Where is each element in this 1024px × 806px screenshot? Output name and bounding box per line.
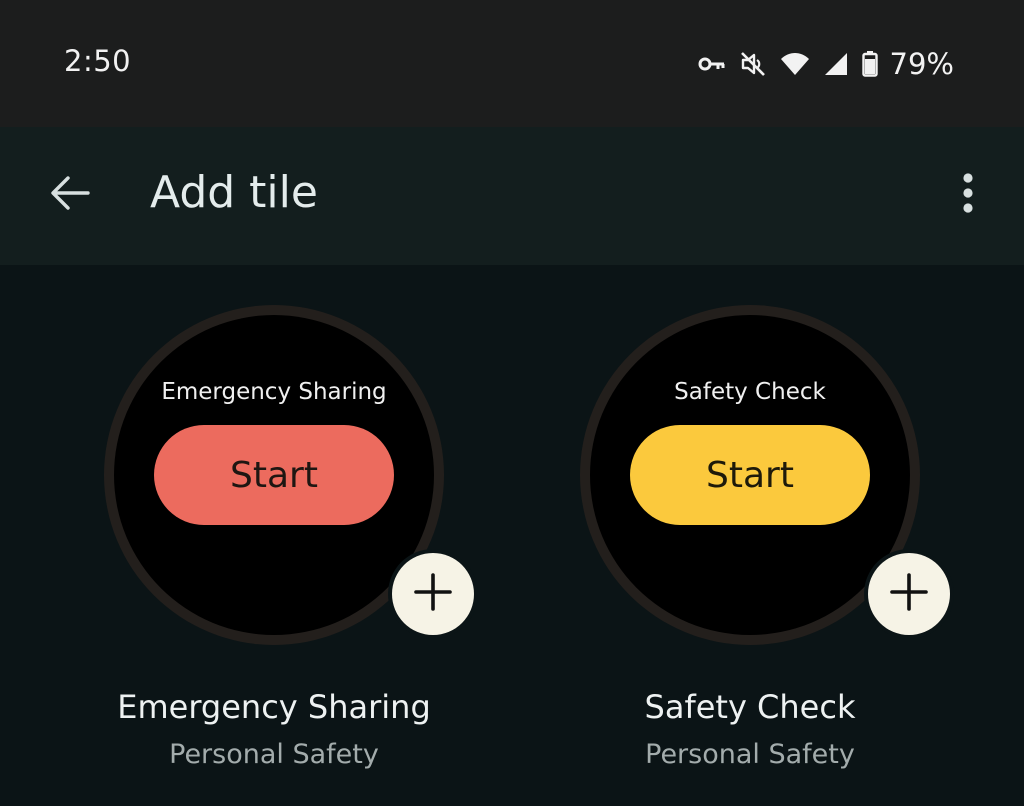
- vpn-key-icon: [698, 56, 726, 72]
- tile-preview: Emergency Sharing Start: [104, 305, 474, 645]
- wifi-icon: [780, 52, 810, 76]
- tile-preview-heading: Emergency Sharing: [161, 379, 387, 405]
- signal-icon: [824, 52, 848, 76]
- status-icons: 79%: [698, 44, 954, 84]
- mute-icon: [740, 51, 766, 77]
- status-time: 2:50: [64, 44, 132, 78]
- plus-icon: [413, 572, 453, 616]
- battery-icon: [861, 51, 878, 77]
- overflow-menu-button[interactable]: [942, 163, 994, 227]
- tile-preview: Safety Check Start: [580, 305, 950, 645]
- tile-card-safety-check[interactable]: Safety Check Start Safety Check Personal…: [540, 305, 960, 785]
- arrow-back-icon: [50, 176, 90, 214]
- add-tile-button[interactable]: [868, 553, 950, 635]
- page-title: Add tile: [150, 167, 318, 218]
- tile-name: Safety Check: [644, 688, 856, 726]
- add-tile-button[interactable]: [392, 553, 474, 635]
- start-button[interactable]: Start: [154, 425, 394, 525]
- battery-percent: 79%: [889, 47, 954, 81]
- watch-face: Safety Check Start: [590, 315, 910, 635]
- tile-app-name: Personal Safety: [645, 739, 855, 770]
- tile-preview-heading: Safety Check: [674, 379, 826, 405]
- more-vert-icon: [962, 172, 974, 218]
- status-bar: 2:50 79%: [0, 0, 1024, 127]
- tile-name: Emergency Sharing: [117, 688, 431, 726]
- watch-face: Emergency Sharing Start: [114, 315, 434, 635]
- back-button[interactable]: [38, 163, 102, 227]
- start-button[interactable]: Start: [630, 425, 870, 525]
- app-bar: Add tile: [0, 127, 1024, 265]
- tile-app-name: Personal Safety: [169, 739, 379, 770]
- tile-card-emergency-sharing[interactable]: Emergency Sharing Start Emergency Sharin…: [64, 305, 484, 785]
- plus-icon: [889, 572, 929, 616]
